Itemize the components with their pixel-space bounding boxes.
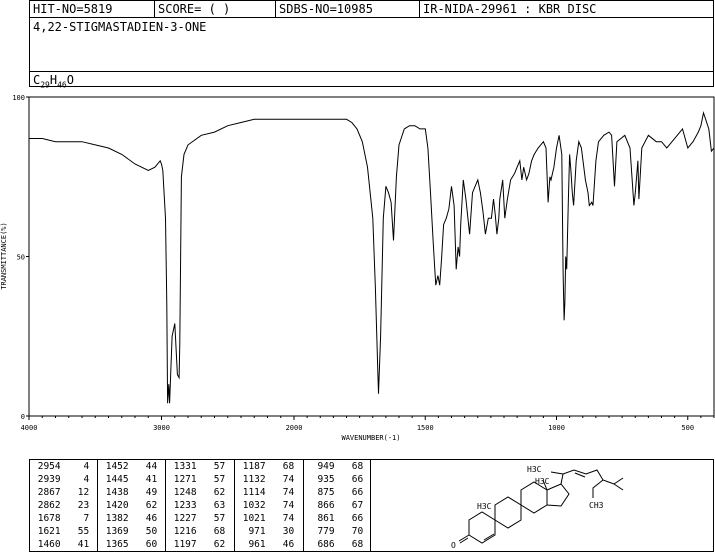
peak-row: 2954 4 <box>32 461 90 472</box>
x-tick-label: 3000 <box>153 424 170 432</box>
x-tick-label: 500 <box>681 424 694 432</box>
ring-a <box>468 511 496 544</box>
peak-row: 949 68 <box>306 461 364 472</box>
peak-row: 2939 4 <box>32 474 90 485</box>
peak-row: 779 70 <box>306 526 364 537</box>
peak-row: 1331 57 <box>168 461 226 472</box>
methyl-bond-top <box>550 471 564 475</box>
peak-row: 1678 7 <box>32 513 90 524</box>
peak-row: 686 68 <box>306 539 364 550</box>
peak-row: 1216 68 <box>168 526 226 537</box>
peak-row: 1248 62 <box>168 487 226 498</box>
peak-row: 1460 41 <box>32 539 90 550</box>
isopropyl-branch <box>613 477 624 485</box>
peak-row: 1438 49 <box>100 487 158 498</box>
structure-panel: H3C H3C H3C CH3 O <box>371 459 714 552</box>
peak-row: 1114 74 <box>237 487 295 498</box>
peak-column-3: 1331 57 1271 57 1248 62 1233 63 1227 57 … <box>166 460 235 551</box>
peak-row: 1271 57 <box>168 474 226 485</box>
peak-row: 1032 74 <box>237 500 295 511</box>
y-axis-label: TRANSMITTANCE(%) <box>0 222 8 289</box>
plot-frame <box>28 96 715 417</box>
peak-row: 1420 62 <box>100 500 158 511</box>
peak-row: 1365 60 <box>100 539 158 550</box>
x-tick-label: 4000 <box>21 424 38 432</box>
x-axis-label: WAVENUMBER(-1) <box>341 434 400 442</box>
peak-row: 935 66 <box>306 474 364 485</box>
peak-row: 1021 74 <box>237 513 295 524</box>
peak-row: 1621 55 <box>32 526 90 537</box>
peak-row: 1132 74 <box>237 474 295 485</box>
side-chain <box>560 469 615 485</box>
ethyl-label: CH3 <box>589 501 604 510</box>
y-tick-label: 100 <box>12 94 25 102</box>
peak-row: 1187 68 <box>237 461 295 472</box>
peak-row: 1369 50 <box>100 526 158 537</box>
peak-column-2: 1452 44 1445 41 1438 49 1420 62 1382 46 … <box>98 460 166 551</box>
x-tick-label: 1000 <box>548 424 565 432</box>
peak-row: 866 67 <box>306 500 364 511</box>
x-tick-label: 1500 <box>417 424 434 432</box>
molecular-structure: H3C H3C H3C CH3 O <box>451 465 624 550</box>
peak-row: 1233 63 <box>168 500 226 511</box>
y-tick-label: 50 <box>17 254 25 262</box>
peak-row: 1452 44 <box>100 461 158 472</box>
peak-column-4: 1187 68 1132 74 1114 74 1032 74 1021 74 … <box>235 460 304 551</box>
ir-spectrum-chart: 0 50 100 4000 3000 2000 1500 1000 500 WAVENUMBE… <box>0 94 715 442</box>
isopropyl-branch-2 <box>613 483 624 491</box>
methyl-label-ring: H3C <box>477 502 492 511</box>
peak-row: 961 46 <box>237 539 295 550</box>
ring-d <box>546 483 570 507</box>
ring-c <box>520 481 548 514</box>
carbonyl-label: O <box>451 541 456 550</box>
peak-row: 1382 46 <box>100 513 158 524</box>
carbonyl-bond-2 <box>459 537 469 544</box>
peak-row: 1227 57 <box>168 513 226 524</box>
ring-b <box>494 496 522 529</box>
peak-column-1: 2954 4 2939 4 2867 12 2862 23 1678 7 162… <box>30 460 98 551</box>
peak-table: 2954 4 2939 4 2867 12 2862 23 1678 7 162… <box>29 459 371 552</box>
peak-row: 861 66 <box>306 513 364 524</box>
peak-row: 1445 41 <box>100 474 158 485</box>
methyl-label-ring2: H3C <box>535 477 550 486</box>
methyl-label-top: H3C <box>527 465 542 474</box>
peak-row: 875 66 <box>306 487 364 498</box>
peak-row: 971 30 <box>237 526 295 537</box>
transmittance-trace <box>29 110 715 404</box>
x-tick-label: 2000 <box>286 424 303 432</box>
y-tick-label: 0 <box>21 413 25 421</box>
peak-row: 1197 62 <box>168 539 226 550</box>
peak-row: 2862 23 <box>32 500 90 511</box>
peak-row: 2867 12 <box>32 487 90 498</box>
peak-column-5: 949 68 935 66 875 66 866 67 861 66 779 7… <box>304 460 370 551</box>
isopropyl <box>592 479 604 498</box>
